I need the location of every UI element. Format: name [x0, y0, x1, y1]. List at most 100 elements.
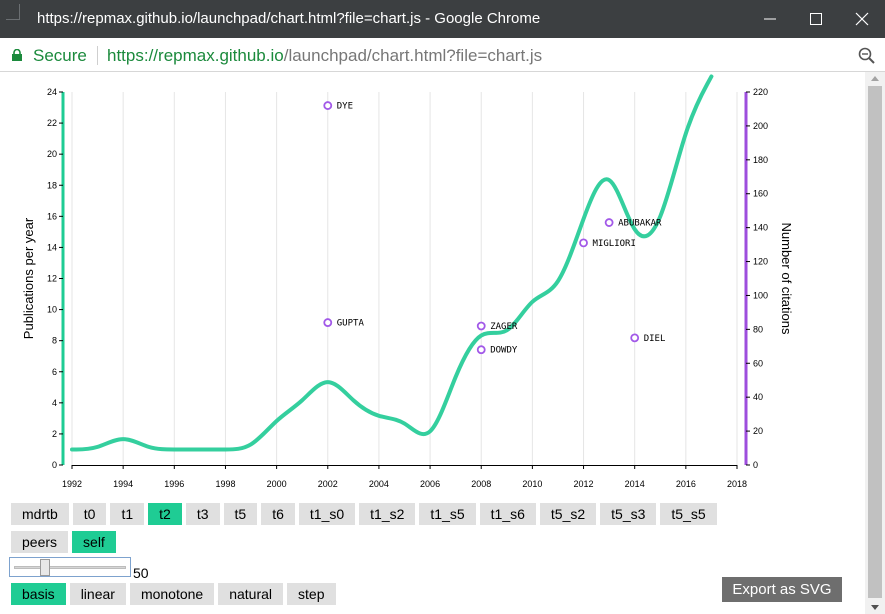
citation-point-label: MIGLIORI [593, 239, 636, 249]
citation-point [579, 238, 588, 248]
address-bar[interactable]: Secure https://repmax.github.io/launchpa… [0, 38, 885, 72]
y2-tick-label: 100 [753, 290, 768, 300]
minimize-icon [764, 18, 776, 20]
minimize-button[interactable] [747, 0, 793, 38]
x-tick-label: 2012 [574, 479, 594, 489]
dataset-t5-s2-button[interactable]: t5_s2 [539, 503, 597, 525]
url-protocol: https:// [107, 46, 159, 65]
interp-basis-button[interactable]: basis [11, 583, 66, 605]
x-tick-label: 2010 [522, 479, 542, 489]
dataset-mdrtb-button[interactable]: mdrtb [11, 503, 69, 525]
maximize-icon [810, 13, 822, 25]
citation-point-label: ZAGER [490, 322, 518, 332]
citation-point [476, 321, 486, 331]
y2-tick-label: 220 [753, 87, 768, 97]
mode-peers-button[interactable]: peers [11, 531, 69, 553]
dataset-t6-button[interactable]: t6 [261, 503, 295, 525]
dataset-t5-s5-button[interactable]: t5_s5 [660, 503, 717, 525]
publication-curve [70, 74, 714, 452]
dataset-t1-s2-button[interactable]: t1_s2 [359, 503, 416, 525]
page-icon [6, 4, 20, 20]
x-tick-label: 1998 [215, 479, 235, 489]
y-tick-label: 20 [47, 149, 57, 159]
close-button[interactable] [839, 0, 885, 38]
y-tick-label: 14 [47, 242, 57, 252]
dataset-t3-button[interactable]: t3 [185, 503, 220, 525]
interp-step-button[interactable]: step [287, 583, 336, 605]
y2-tick-label: 160 [753, 189, 768, 199]
x-tick-label: 2004 [369, 479, 389, 489]
maximize-button[interactable] [793, 0, 839, 38]
citation-point-label: DYE [337, 102, 353, 112]
dataset-t1-s6-button[interactable]: t1_s6 [479, 503, 536, 525]
interp-monotone-button[interactable]: monotone [129, 583, 215, 605]
grid-lines [71, 92, 738, 465]
close-icon [855, 12, 869, 26]
y2-tick-label: 80 [753, 324, 763, 334]
x-tick-label: 1994 [113, 479, 133, 489]
y-tick-label: 0 [52, 460, 57, 470]
y-tick-label: 22 [47, 118, 57, 128]
dataset-t5-button[interactable]: t5 [223, 503, 258, 525]
citation-point-label: DOWDY [490, 346, 518, 356]
y2-tick-label: 120 [753, 257, 768, 267]
publication-curve-layer [70, 74, 714, 452]
y2-tick-label: 200 [753, 121, 768, 131]
y2-tick-label: 20 [753, 426, 763, 436]
x-tick-label: 1992 [62, 479, 82, 489]
url-path: /launchpad/chart.html?file=chart.js [283, 46, 543, 65]
citation-point-label: ABUBAKAR [618, 219, 662, 229]
dataset-t5-s3-button[interactable]: t5_s3 [600, 503, 657, 525]
y-tick-label: 2 [52, 429, 57, 439]
interp-linear-button[interactable]: linear [69, 583, 126, 605]
smoothing-slider[interactable] [9, 557, 131, 577]
dataset-t1-s5-button[interactable]: t1_s5 [419, 503, 476, 525]
y-tick-label: 16 [47, 211, 57, 221]
slider-handle[interactable] [39, 559, 50, 576]
dataset-t0-button[interactable]: t0 [72, 503, 107, 525]
y-tick-label: 6 [52, 367, 57, 377]
url-host: repmax.github.io [158, 46, 284, 65]
citation-points-layer: DYE GUPTA ZAGER DOWDY MIGLIORI ABUBAKAR DIEL [323, 101, 666, 356]
y2-tick-label: 40 [753, 392, 763, 402]
interpolation-button-row: basis linear monotone natural step [11, 583, 336, 605]
dataset-t1-button[interactable]: t1 [110, 503, 145, 525]
window-title: https://repmax.github.io/launchpad/chart… [37, 10, 541, 27]
y-tick-label: 10 [47, 305, 57, 315]
y-tick-label: 18 [47, 180, 57, 190]
window-titlebar: https://repmax.github.io/launchpad/chart… [0, 0, 885, 38]
scroll-down-icon[interactable] [871, 605, 879, 610]
dataset-t1-s0-button[interactable]: t1_s0 [298, 503, 356, 525]
x-tick-label: 2000 [267, 479, 287, 489]
citation-point [323, 101, 333, 110]
y-axis-title: Publications per year [21, 217, 36, 339]
y2-tick-label: 180 [753, 155, 768, 165]
citation-point [323, 318, 333, 327]
export-svg-button[interactable]: Export as SVG [722, 577, 842, 602]
url-text[interactable]: https://repmax.github.io/launchpad/chart… [107, 46, 542, 66]
interp-natural-button[interactable]: natural [218, 583, 284, 605]
citation-point-label: DIEL [644, 334, 666, 344]
x-tick-label: 1996 [164, 479, 184, 489]
mode-self-button[interactable]: self [72, 531, 116, 553]
dataset-t2-button[interactable]: t2 [148, 503, 182, 525]
citation-chart: 1992 1994 1996 1998 2000 2002 2004 2006 2008 2010… [21, 74, 794, 489]
y-tick-label: 8 [52, 336, 57, 346]
x-tick-label: 2002 [318, 479, 338, 489]
zoom-icon[interactable] [858, 47, 876, 65]
y2-tick-label: 140 [753, 223, 768, 233]
y2-tick-label: 0 [753, 460, 758, 470]
y2-tick-label: 60 [753, 358, 763, 368]
vertical-scrollbar[interactable] [865, 72, 885, 614]
citation-point [476, 345, 486, 355]
page-viewport: 1992 1994 1996 1998 2000 2002 2004 2006 2008 2010… [0, 72, 865, 614]
y-tick-label: 24 [47, 87, 57, 97]
slider-value: 50 [133, 565, 149, 581]
x-tick-label: 2006 [420, 479, 440, 489]
slider-track [14, 566, 126, 569]
citation-point-label: GUPTA [337, 319, 365, 329]
scroll-up-icon[interactable] [871, 76, 879, 81]
lock-icon [12, 49, 22, 61]
scroll-thumb[interactable] [868, 86, 882, 598]
x-tick-label: 2014 [625, 479, 645, 489]
